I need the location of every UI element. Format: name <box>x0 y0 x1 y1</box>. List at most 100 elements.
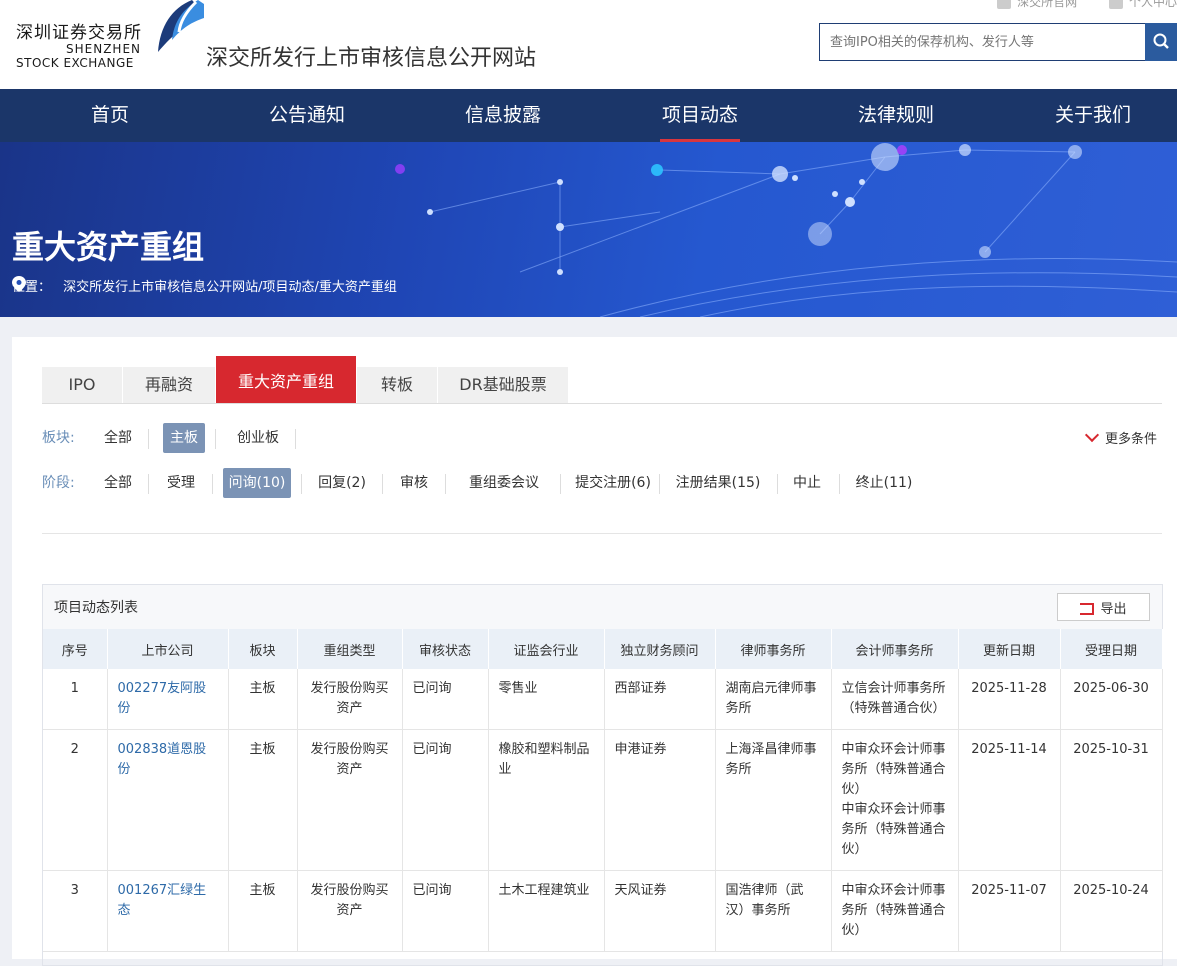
nav-announcements[interactable]: 公告通知 <box>267 89 347 142</box>
row-updated: 2025-11-28 <box>958 669 1061 730</box>
row-advisor: 西部证券 <box>604 669 716 730</box>
board-filter-label: 板块: <box>42 430 75 446</box>
stage-option-inquiry[interactable]: 问询(10) <box>223 468 291 498</box>
stage-option-all[interactable]: 全部 <box>98 468 138 498</box>
column-header-board[interactable]: 板块 <box>228 629 298 669</box>
stage-option-committee[interactable]: 重组委会议 <box>456 468 552 498</box>
divider <box>42 533 1162 534</box>
row-law-firm: 湖南启元律师事务所 <box>715 669 832 730</box>
table-row: 2 002838道恩股份 主板 发行股份购买资产 已问询 橡胶和塑料制品业 申港… <box>43 729 1163 871</box>
row-no: 1 <box>43 669 108 730</box>
column-header-no[interactable]: 序号 <box>43 629 108 669</box>
board-option-chinext[interactable]: 创业板 <box>230 423 286 453</box>
nav-laws-rules[interactable]: 法律规则 <box>856 89 936 142</box>
main-nav: 首页 公告通知 信息披露 项目动态 法律规则 关于我们 <box>0 89 1177 142</box>
column-header-accounting-firm[interactable]: 会计师事务所 <box>831 629 959 669</box>
stage-option-accepted[interactable]: 受理 <box>160 468 202 498</box>
row-advisor: 天风证券 <box>604 870 716 952</box>
row-accepted: 2025-10-31 <box>1060 729 1163 871</box>
row-accounting-firm: 中审众环会计师事务所（特殊普通合伙） 中审众环会计师事务所（特殊普通合伙） <box>831 729 959 871</box>
szse-logo[interactable]: 深圳证券交易所 SHENZHEN STOCK EXCHANGE <box>16 0 206 74</box>
row-advisor: 申港证券 <box>604 729 716 871</box>
szse-official-link[interactable]: 深交所官网 <box>997 0 1077 9</box>
stage-option-terminated[interactable]: 终止(11) <box>849 468 919 498</box>
location-pin-icon <box>12 276 26 292</box>
row-type: 发行股份购买资产 <box>297 870 403 952</box>
board-option-all[interactable]: 全部 <box>98 423 138 453</box>
more-conditions-toggle[interactable]: 更多条件 <box>1084 427 1158 447</box>
company-link[interactable]: 001267汇绿生态 <box>118 883 207 918</box>
table-row: 3 001267汇绿生态 主板 发行股份购买资产 已问询 土木工程建筑业 天风证… <box>43 870 1163 952</box>
export-button[interactable]: 导出 <box>1057 593 1150 621</box>
site-header: 深圳证券交易所 SHENZHEN STOCK EXCHANGE 深交所发行上市审… <box>0 0 1177 89</box>
nav-home[interactable]: 首页 <box>90 89 130 142</box>
accounting-firm-name: 中审众环会计师事务所（特殊普通合伙） <box>841 883 946 938</box>
column-header-advisor[interactable]: 独立财务顾问 <box>604 629 716 669</box>
row-accepted: 2025-06-30 <box>1060 669 1163 730</box>
row-board: 主板 <box>228 669 298 730</box>
page-banner: 重大资产重组 位置： 深交所发行上市审核信息公开网站/项目动态/重大资产重组 <box>0 142 1177 317</box>
tab-refinancing[interactable]: 再融资 <box>123 367 215 403</box>
column-header-updated[interactable]: 更新日期 <box>958 629 1061 669</box>
row-board: 主板 <box>228 870 298 952</box>
row-status: 已问询 <box>402 669 489 730</box>
more-conditions-label: 更多条件 <box>1105 432 1158 447</box>
stage-option-registration-result[interactable]: 注册结果(15) <box>670 468 766 498</box>
row-company: 002838道恩股份 <box>107 729 229 871</box>
accounting-firm-name: 中审众环会计师事务所（特殊普通合伙） <box>841 742 946 797</box>
row-accepted: 2025-10-24 <box>1060 870 1163 952</box>
breadcrumb-path[interactable]: 深交所发行上市审核信息公开网站/项目动态/重大资产重组 <box>63 280 397 295</box>
row-industry: 零售业 <box>488 669 605 730</box>
tab-dr-stocks[interactable]: DR基础股票 <box>438 367 568 403</box>
category-tabs: IPO 再融资 重大资产重组 转板 DR基础股票 <box>42 356 1162 404</box>
column-header-industry[interactable]: 证监会行业 <box>488 629 605 669</box>
szse-emblem-icon <box>158 0 204 52</box>
divider <box>382 474 383 494</box>
export-icon <box>1080 603 1095 615</box>
column-header-company[interactable]: 上市公司 <box>107 629 229 669</box>
project-list-panel: 项目动态列表 导出 序号 上市公司 板块 重组类型 审核状态 证监会行业 独立财… <box>42 584 1163 966</box>
row-type: 发行股份购买资产 <box>297 669 403 730</box>
board-option-main[interactable]: 主板 <box>163 423 205 453</box>
accounting-firm-name: 立信会计师事务所（特殊普通合伙） <box>841 681 946 716</box>
row-law-firm: 上海泽昌律师事务所 <box>715 729 832 871</box>
tab-board-transfer[interactable]: 转板 <box>357 367 437 403</box>
row-no: 3 <box>43 870 108 952</box>
logo-english-line2: STOCK EXCHANGE <box>16 56 134 70</box>
divider <box>301 474 302 494</box>
content-card: IPO 再融资 重大资产重组 转板 DR基础股票 板块: 全部 主板 创业板 更… <box>12 337 1177 966</box>
chevron-down-icon <box>1084 427 1100 443</box>
company-link[interactable]: 002838道恩股份 <box>118 742 207 777</box>
search-button[interactable] <box>1145 23 1177 61</box>
column-header-law-firm[interactable]: 律师事务所 <box>715 629 832 669</box>
logo-english-line1: SHENZHEN <box>66 42 142 56</box>
tab-major-restructuring[interactable]: 重大资产重组 <box>216 356 356 403</box>
column-header-status[interactable]: 审核状态 <box>402 629 489 669</box>
divider <box>148 474 149 494</box>
row-company: 001267汇绿生态 <box>107 870 229 952</box>
company-link[interactable]: 002277友阿股份 <box>118 681 207 716</box>
stage-option-submit-registration[interactable]: 提交注册(6) <box>565 468 661 498</box>
divider <box>777 474 778 494</box>
row-status: 已问询 <box>402 729 489 871</box>
stage-option-reply[interactable]: 回复(2) <box>312 468 372 498</box>
site-title: 深交所发行上市审核信息公开网站 <box>206 46 537 71</box>
tab-ipo[interactable]: IPO <box>42 367 122 403</box>
stage-option-suspended[interactable]: 中止 <box>787 468 827 498</box>
column-header-type[interactable]: 重组类型 <box>297 629 403 669</box>
stage-option-review[interactable]: 审核 <box>392 468 436 498</box>
row-accounting-firm: 立信会计师事务所（特殊普通合伙） <box>831 669 959 730</box>
divider <box>839 474 840 494</box>
nav-project-dynamics[interactable]: 项目动态 <box>660 89 740 142</box>
board-filter: 板块: 全部 主板 创业板 <box>42 423 1162 453</box>
panel-header: 项目动态列表 导出 <box>43 585 1162 629</box>
top-links: 深交所官网 个人中心 <box>969 0 1177 10</box>
search-box <box>819 23 1177 61</box>
search-input[interactable] <box>819 23 1146 61</box>
row-type: 发行股份购买资产 <box>297 729 403 871</box>
personal-center-link[interactable]: 个人中心 <box>1108 0 1177 9</box>
nav-disclosure[interactable]: 信息披露 <box>463 89 543 142</box>
column-header-accepted[interactable]: 受理日期 <box>1060 629 1163 669</box>
nav-about-us[interactable]: 关于我们 <box>1053 89 1133 142</box>
row-industry: 橡胶和塑料制品业 <box>488 729 605 871</box>
